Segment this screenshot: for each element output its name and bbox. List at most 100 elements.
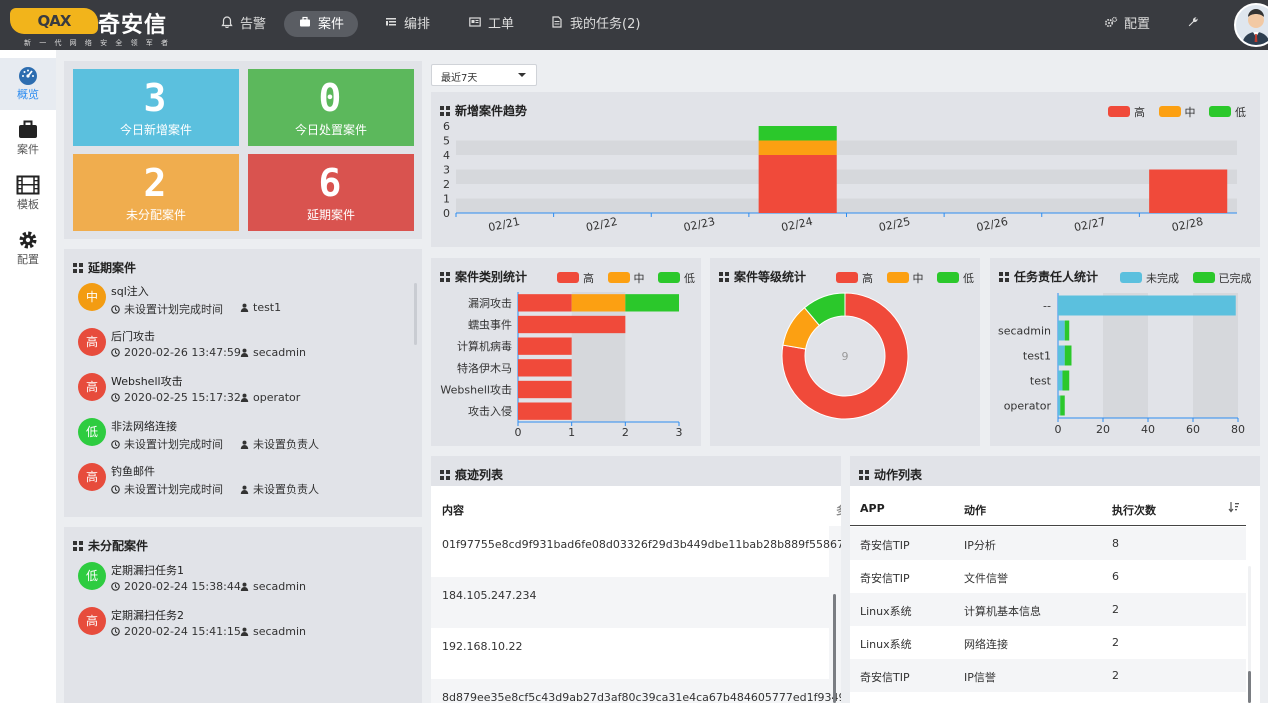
stat-delayed[interactable]: 6 延期案件 [248, 154, 414, 231]
x-tick-label: 60 [1186, 423, 1200, 436]
case-item[interactable]: 中 sql注入 未设置计划完成时间 test1 [78, 283, 408, 325]
x-tick-label: 02/23 [682, 215, 716, 234]
top-navbar: QAX 奇安信 新 一 代 网 络 安 全 领 军 者 告警 案件 编排 工单 … [0, 0, 1268, 50]
case-title[interactable]: sql注入 [111, 283, 149, 299]
case-title[interactable]: 钓鱼邮件 [111, 463, 155, 479]
stat-new-today[interactable]: 3 今日新增案件 [73, 69, 239, 146]
sidebar-item-config[interactable]: 配置 [0, 223, 56, 275]
clock-icon [111, 305, 120, 314]
nav-tickets[interactable]: 工单 [454, 11, 528, 37]
actions-col-count[interactable]: 执行次数 [1112, 502, 1156, 518]
table-row[interactable]: Linux系统 计算机基本信息 2 [850, 593, 1246, 626]
user-icon [240, 393, 249, 402]
case-item[interactable]: 高钓鱼邮件 未设置计划完成时间 未设置负责人 [78, 463, 408, 505]
stat-unassigned[interactable]: 2 未分配案件 [73, 154, 239, 231]
owner-bar[interactable] [1062, 370, 1070, 391]
case-item[interactable]: 低定期漏扫任务1 2020-02-24 15:38:44 secadmin [78, 562, 408, 604]
owner-bar[interactable] [1058, 345, 1065, 366]
actions-panel: 动作列表 APP 动作 执行次数 奇安信TIP IP分析 8 奇安信TIP 文件信誉 6 L… [850, 456, 1260, 703]
trend-bar[interactable] [1149, 169, 1228, 214]
trend-bar[interactable] [758, 126, 837, 141]
config-menu[interactable]: 配置 [1090, 11, 1164, 37]
brand-logo[interactable]: QAX 奇安信 新 一 代 网 络 安 全 领 军 者 [10, 6, 190, 47]
table-row[interactable]: 奇安信TIP IP信誉 2 [850, 659, 1246, 692]
traces-scrollbar[interactable] [833, 594, 836, 703]
stat-handled-today[interactable]: 0 今日处置案件 [248, 69, 414, 146]
delayed-list-scrollbar[interactable] [414, 283, 417, 345]
case-title[interactable]: 后门攻击 [111, 328, 155, 344]
y-tick-label: 3 [443, 164, 450, 177]
actions-col-action[interactable]: 动作 [964, 502, 986, 518]
x-tick-label: 80 [1231, 423, 1245, 436]
case-title[interactable]: 定期漏扫任务2 [111, 607, 184, 623]
table-row[interactable]: 01f97755e8cd9f931bad6fe08d03326f29d3b449… [431, 526, 841, 577]
case-owner: 未设置负责人 [240, 481, 319, 497]
case-title[interactable]: Webshell攻击 [111, 373, 183, 389]
owner-chart: 0 20 40 60 80 -- secadmin test1 test operator [998, 293, 1245, 436]
category-bar[interactable] [518, 359, 572, 377]
film-icon [0, 168, 56, 196]
grid-band [456, 169, 1237, 184]
x-tick-label: 02/21 [487, 215, 521, 234]
owner-bar[interactable] [1064, 320, 1070, 341]
case-title[interactable]: 定期漏扫任务1 [111, 562, 184, 578]
grid-icon [73, 263, 83, 273]
nav-alerts[interactable]: 告警 [206, 11, 280, 37]
owner-bar[interactable] [1060, 395, 1065, 416]
table-row[interactable]: 奇安信TIP IP分析 8 [850, 527, 1246, 560]
category-bar[interactable] [571, 294, 626, 312]
category-bar[interactable] [518, 315, 626, 334]
side-menu: 概览 案件 模板 配置 [0, 50, 56, 703]
sidebar-item-cases-label: 案件 [17, 143, 39, 156]
user-avatar-icon [1242, 9, 1268, 45]
tools-button[interactable] [1172, 11, 1220, 37]
category-bar[interactable] [518, 402, 572, 420]
case-item[interactable]: 高后门攻击 2020-02-26 13:47:59 secadmin [78, 328, 408, 370]
traces-col-content[interactable]: 内容 [442, 502, 464, 518]
date-range-select[interactable]: 最近7天 [431, 64, 537, 86]
sidebar-item-cases[interactable]: 案件 [0, 113, 56, 165]
case-item[interactable]: 高 Webshell攻击 2020-02-25 15:17:32 operator [78, 373, 408, 415]
nav-orchestration-label: 编排 [404, 17, 431, 32]
table-row[interactable]: 8d879ee35e8cf5c43d9ab27d3af80c39ca31e4ca… [431, 679, 841, 703]
owner-bar[interactable] [1064, 345, 1072, 366]
category-bar[interactable] [518, 294, 572, 312]
table-row[interactable]: 192.168.10.22 [431, 628, 829, 679]
owner-bar[interactable] [1058, 370, 1063, 391]
y-tick-label: secadmin [998, 325, 1051, 338]
trend-bar[interactable] [758, 155, 837, 213]
case-due-time: 未设置计划完成时间 [111, 481, 223, 497]
owner-bar[interactable] [1058, 295, 1236, 316]
case-title[interactable]: 非法网络连接 [111, 418, 177, 434]
sidebar-item-templates[interactable]: 模板 [0, 168, 56, 220]
table-row[interactable]: 奇安信TIP 文件信誉 6 [850, 560, 1246, 593]
date-range-value: 最近7天 [441, 73, 478, 84]
category-bar[interactable] [625, 294, 679, 312]
sidebar-item-overview[interactable]: 概览 [0, 58, 56, 110]
stat-unassigned-label: 未分配案件 [125, 208, 186, 222]
grid-band [456, 140, 1237, 155]
user-avatar[interactable] [1234, 3, 1268, 47]
level-badge: 高 [78, 373, 106, 401]
nav-cases[interactable]: 案件 [284, 11, 359, 37]
y-tick-label: Webshell攻击 [440, 383, 512, 397]
owner-chart-panel: 任务责任人统计 未完成 已完成 0 20 40 60 80 -- secadmin test1… [990, 258, 1260, 446]
category-bar[interactable] [518, 380, 572, 399]
y-tick-label: 漏洞攻击 [468, 296, 512, 310]
nav-my-tasks[interactable]: 我的任务(2) [536, 11, 654, 37]
case-item[interactable]: 低非法网络连接 未设置计划完成时间 未设置负责人 [78, 418, 408, 460]
owner-bar[interactable] [1058, 320, 1065, 341]
table-row[interactable]: 184.105.247.234 [431, 577, 829, 628]
case-item[interactable]: 高定期漏扫任务2 2020-02-24 15:41:15 secadmin [78, 607, 408, 649]
actions-col-app[interactable]: APP [860, 502, 885, 515]
actions-scrollbar[interactable] [1248, 671, 1251, 703]
nav-orchestration[interactable]: 编排 [370, 11, 444, 37]
owner-bar[interactable] [1058, 395, 1061, 416]
trend-bar[interactable] [758, 140, 837, 156]
x-tick-label: 02/27 [1073, 215, 1107, 234]
actions-table: APP 动作 执行次数 奇安信TIP IP分析 8 奇安信TIP 文件信誉 6 Linux系… [850, 486, 1260, 703]
sort-icon[interactable] [1228, 501, 1240, 516]
case-owner: secadmin [240, 580, 306, 593]
category-bar[interactable] [518, 337, 572, 355]
table-row[interactable]: Linux系统 网络连接 2 [850, 626, 1246, 659]
